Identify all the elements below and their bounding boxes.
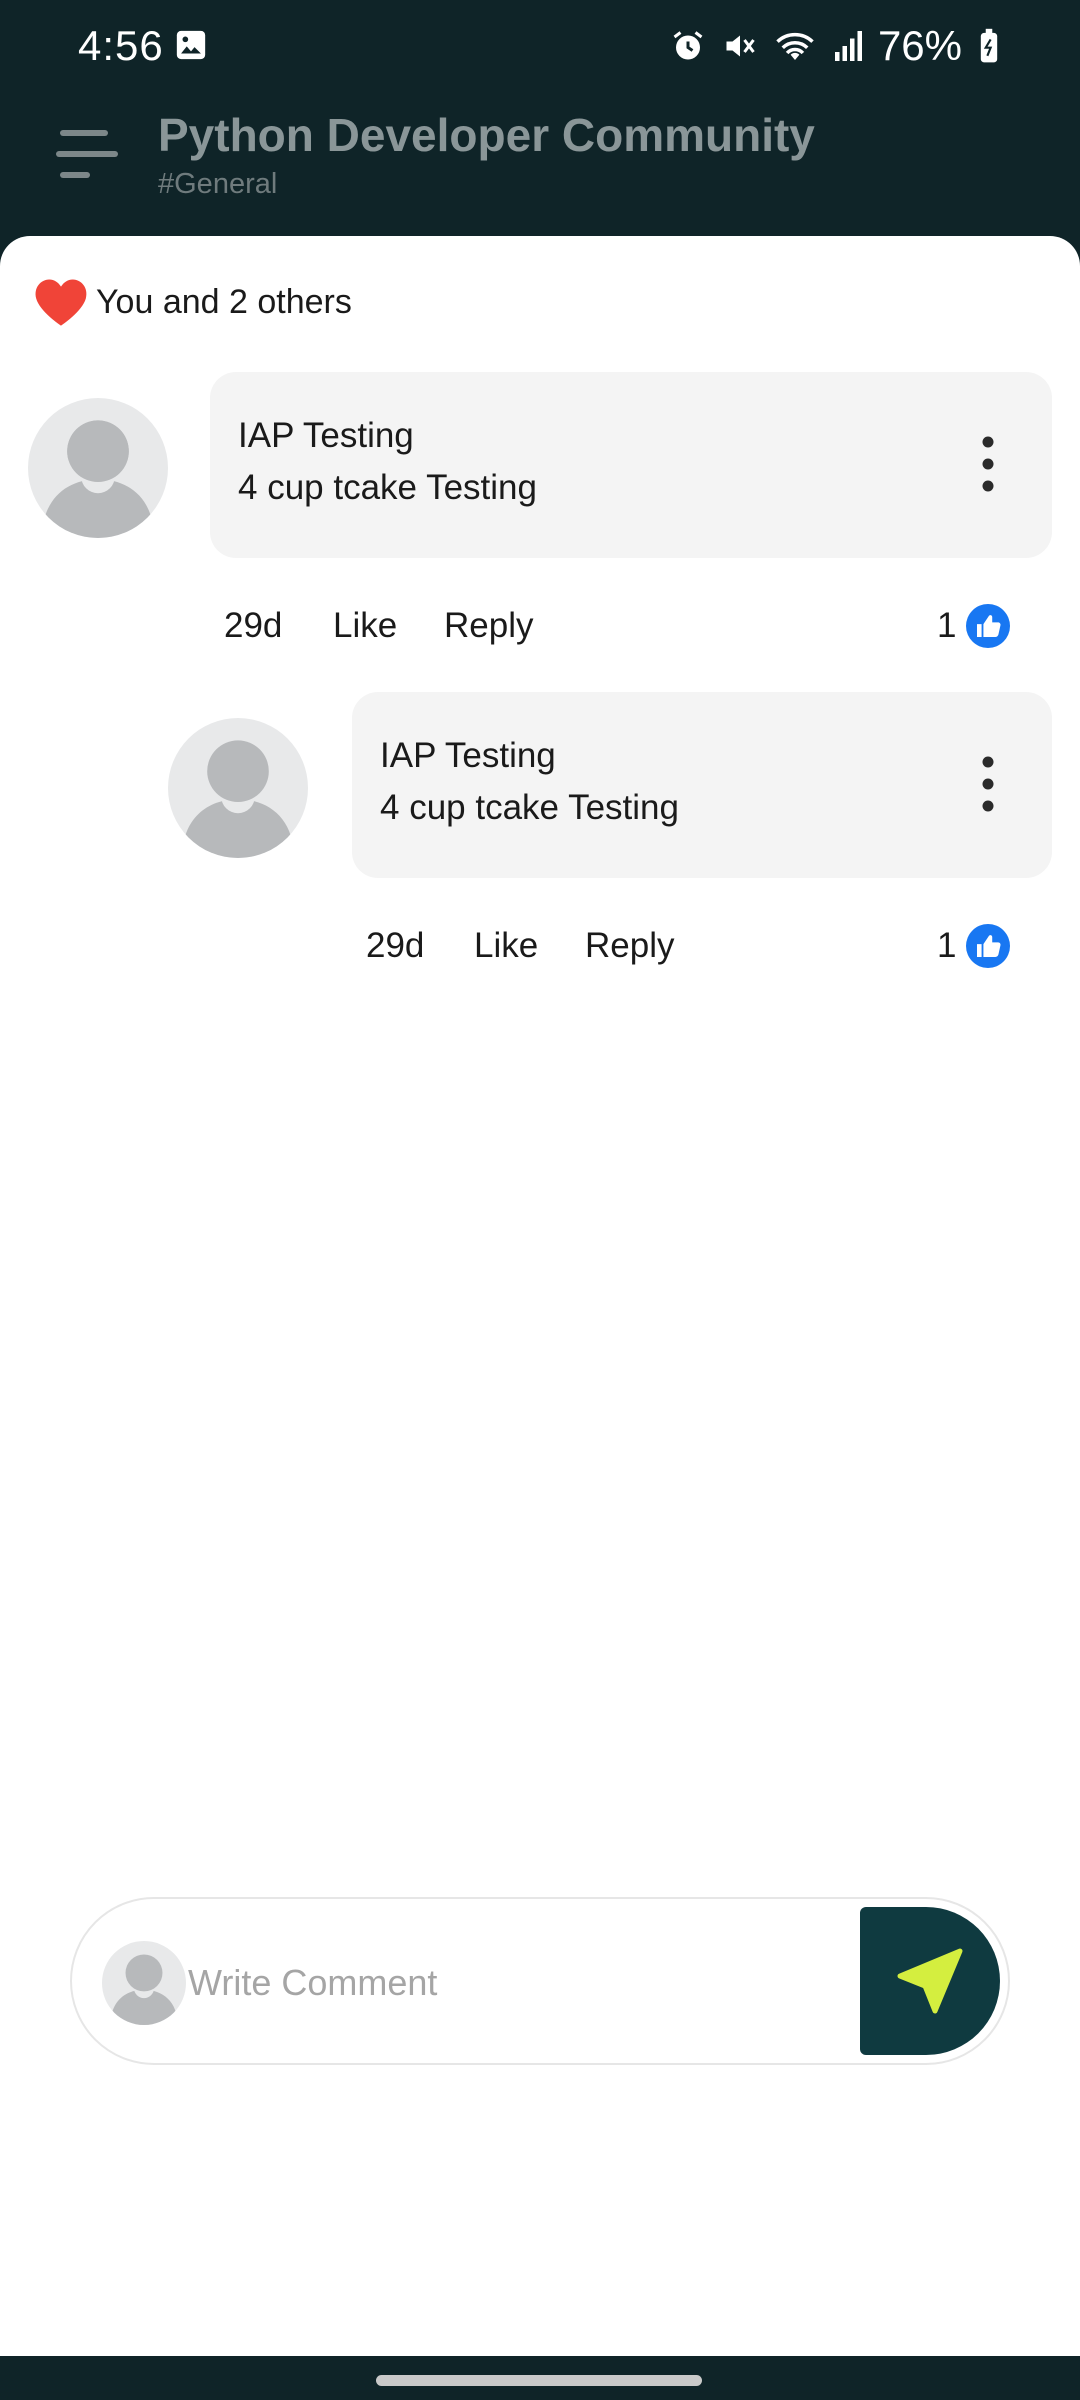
like-count: 1: [937, 606, 957, 645]
comment-text: 4 cup tcake Testing: [238, 468, 537, 507]
like-button[interactable]: Like: [474, 926, 538, 966]
page-title: Python Developer Community: [158, 109, 815, 161]
avatar[interactable]: [28, 398, 168, 538]
thumbs-up-icon: [966, 924, 1010, 968]
send-icon: [897, 1948, 963, 2014]
status-icons: 76%: [670, 20, 1000, 72]
avatar: [102, 1941, 186, 2025]
alarm-icon: [673, 31, 703, 60]
reply-button[interactable]: Reply: [585, 926, 674, 966]
gesture-nav-handle[interactable]: [376, 2375, 702, 2386]
heart-icon: [35, 279, 87, 326]
signal-icon: [834, 31, 862, 61]
comment-text: 4 cup tcake Testing: [380, 788, 679, 827]
comment-bubble: IAP Testing 4 cup tcake Testing: [210, 372, 1052, 558]
status-time: 4:56: [78, 22, 164, 69]
avatar[interactable]: [168, 718, 308, 858]
mute-icon: [726, 35, 755, 57]
send-button[interactable]: [860, 1907, 1000, 2055]
battery-percent: 76%: [877, 22, 962, 69]
likes-summary-text: You and 2 others: [96, 282, 352, 321]
channel-label[interactable]: #General: [158, 168, 277, 201]
status-bar: 4:56 76%: [0, 0, 1080, 92]
more-vertical-icon[interactable]: [978, 436, 998, 492]
thumbs-up-icon: [966, 604, 1010, 648]
app-header: Python Developer Community #General: [0, 92, 1080, 236]
like-button[interactable]: Like: [333, 606, 397, 646]
comment-author[interactable]: IAP Testing: [380, 736, 556, 776]
likes-summary[interactable]: You and 2 others: [32, 276, 352, 328]
more-vertical-icon[interactable]: [978, 756, 998, 812]
reply-bubble: IAP Testing 4 cup tcake Testing: [352, 692, 1052, 878]
comment-author[interactable]: IAP Testing: [238, 416, 414, 456]
menu-icon[interactable]: [52, 122, 122, 186]
comment-input[interactable]: [188, 1953, 788, 2013]
comment-age: 29d: [366, 926, 425, 965]
reply-button[interactable]: Reply: [444, 606, 533, 646]
battery-icon: [980, 28, 998, 63]
gallery-icon: [176, 30, 206, 60]
wifi-icon: [776, 32, 814, 60]
like-count: 1: [937, 926, 957, 965]
comment-composer: [70, 1897, 1010, 2065]
comment-age: 29d: [224, 606, 283, 645]
